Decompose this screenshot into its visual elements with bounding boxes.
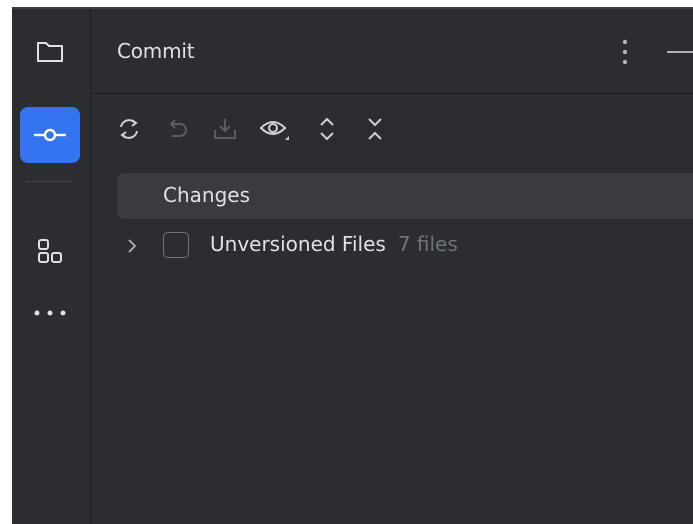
tool-window-strip — [12, 9, 91, 524]
kebab-menu-icon — [622, 39, 628, 65]
refresh-icon — [120, 119, 138, 139]
commit-toolbar — [91, 107, 693, 151]
folder-icon — [37, 42, 63, 62]
refresh-button[interactable] — [109, 107, 149, 151]
structure-button[interactable] — [20, 223, 80, 279]
commit-icon — [34, 128, 66, 142]
unversioned-files-label: Unversioned Files 7 files — [210, 232, 458, 256]
panel-header: Commit — [91, 9, 693, 94]
commit-button[interactable] — [20, 107, 80, 163]
changes-group-row[interactable]: Changes — [117, 173, 693, 219]
expand-all-icon — [320, 117, 334, 141]
preview-button[interactable] — [255, 107, 295, 151]
project-button[interactable] — [20, 23, 80, 79]
collapse-all-button[interactable] — [355, 107, 395, 151]
shelve-icon — [214, 119, 236, 139]
minimize-button[interactable] — [667, 51, 693, 53]
unversioned-files-checkbox[interactable] — [163, 232, 189, 258]
options-button[interactable] — [615, 37, 635, 67]
unversioned-files-row[interactable]: Unversioned Files 7 files — [117, 223, 693, 269]
expand-all-button[interactable] — [307, 107, 347, 151]
file-count: 7 files — [397, 232, 458, 256]
more-icon — [34, 310, 66, 316]
rollback-button[interactable] — [157, 107, 197, 151]
commit-tool-window: Commit Changes Unversioned Files 7 files — [12, 7, 693, 524]
strip-separator — [26, 181, 74, 182]
rollback-icon — [169, 119, 187, 137]
preview-icon — [259, 121, 289, 140]
structure-icon — [38, 239, 62, 263]
panel-title: Commit — [117, 39, 195, 63]
commit-panel: Commit Changes Unversioned Files 7 files — [91, 9, 693, 524]
collapse-all-icon — [368, 118, 382, 140]
changes-group-label: Changes — [163, 183, 250, 207]
chevron-right-icon[interactable] — [123, 237, 141, 255]
more-tool-windows-button[interactable] — [20, 285, 80, 341]
shelve-button[interactable] — [205, 107, 245, 151]
